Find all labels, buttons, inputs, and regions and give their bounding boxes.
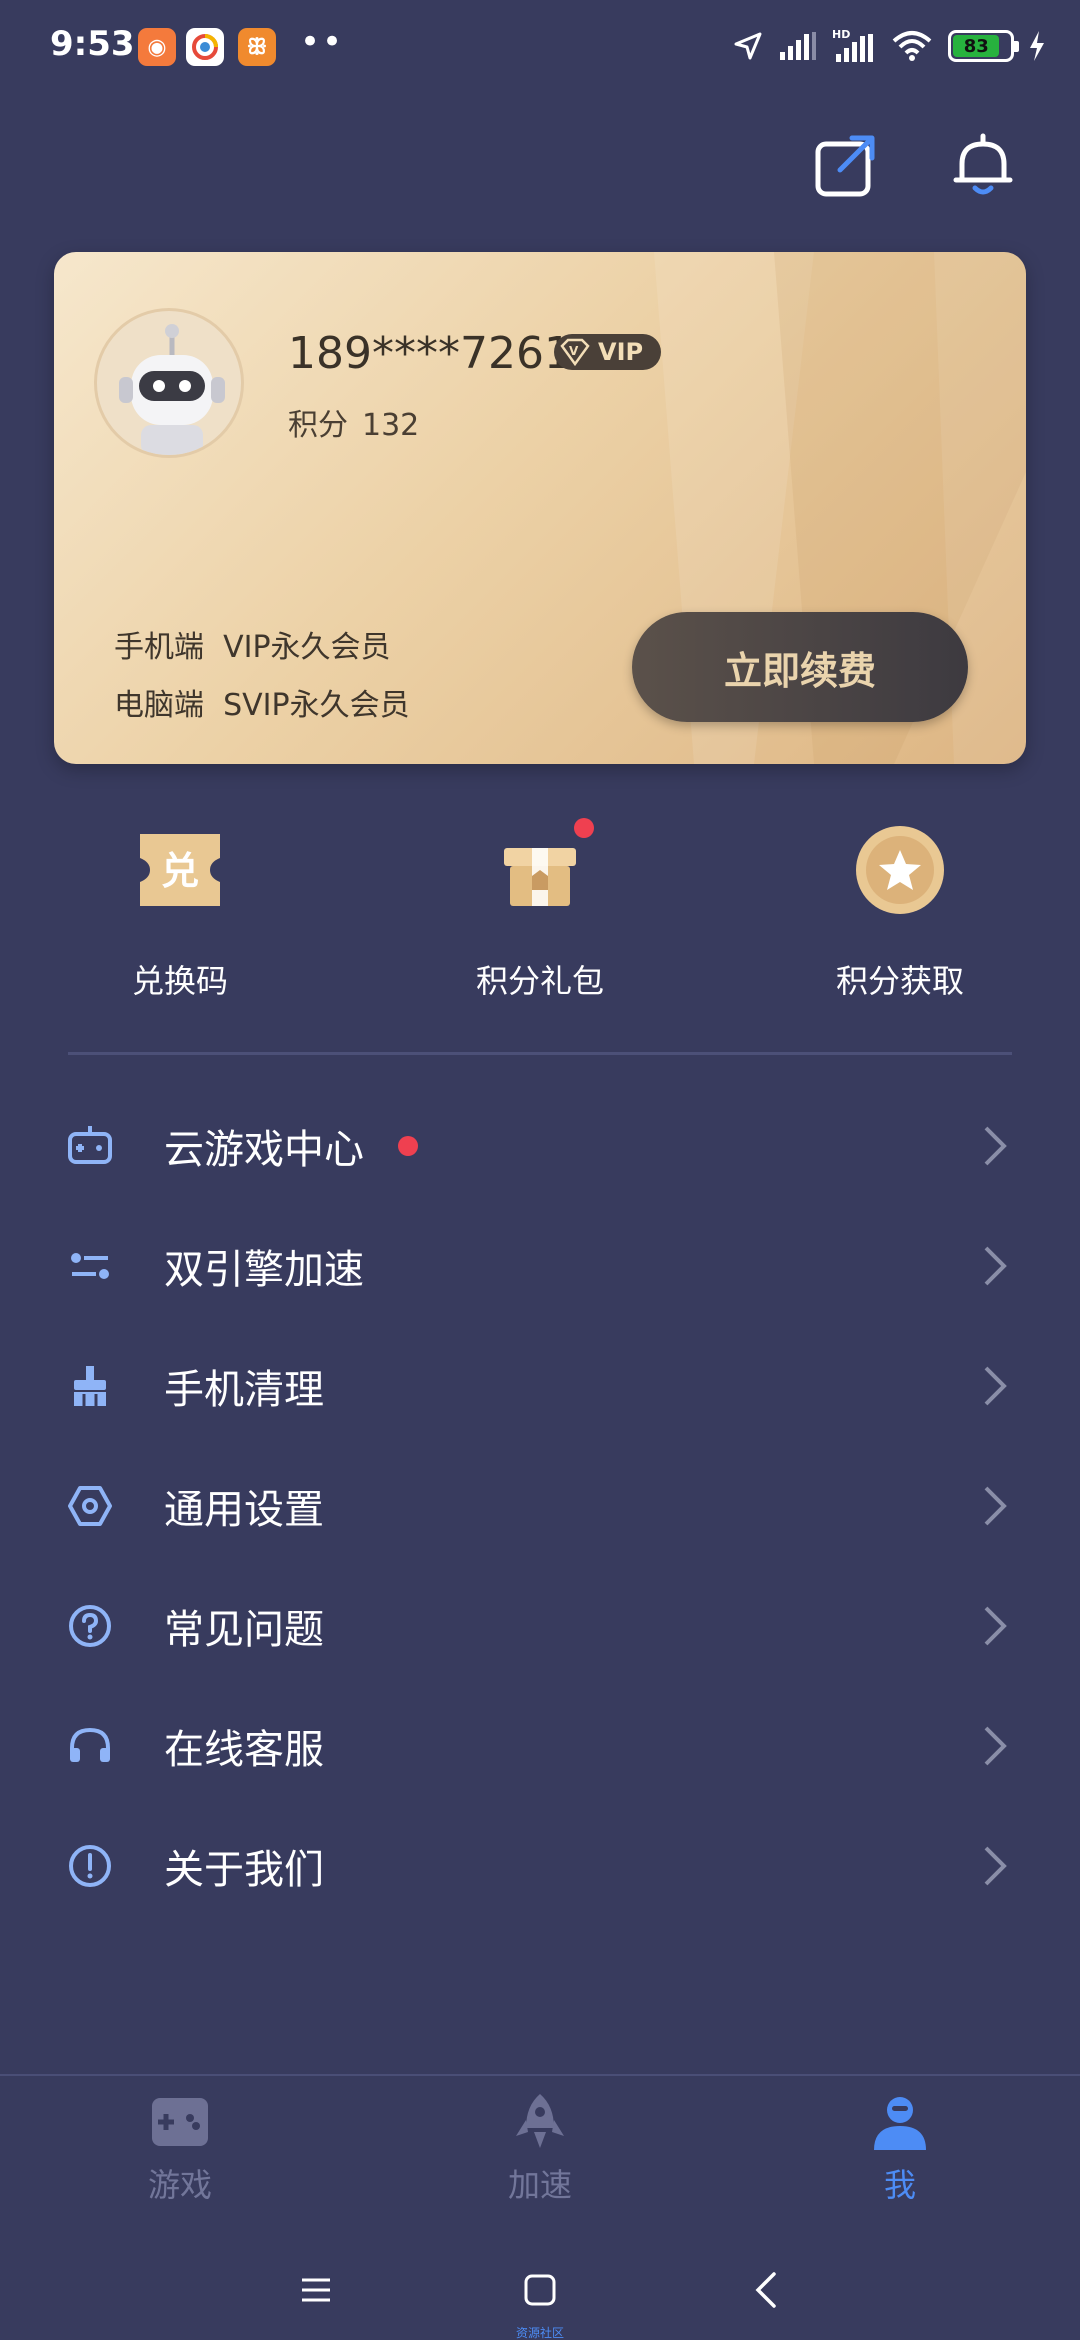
quick-action-label: 兑换码	[131, 962, 228, 1000]
chevron-right-icon	[984, 1366, 1007, 1406]
nav-tab-games[interactable]: 游戏	[80, 2090, 280, 2206]
mobile-membership: 手机端 VIP永久会员	[114, 630, 391, 665]
hexagon-settings-icon	[68, 1486, 112, 1526]
headset-icon	[70, 1727, 110, 1762]
quick-action-label: 积分礼包	[475, 962, 604, 1000]
menu-item-dual-engine[interactable]: 双引擎加速	[0, 1206, 1080, 1326]
vip-diamond-icon: V	[560, 338, 590, 366]
share-button[interactable]	[810, 130, 880, 200]
chevron-right-icon	[984, 1606, 1007, 1646]
location-icon	[734, 32, 762, 60]
bell-icon	[953, 133, 1013, 195]
svg-text:HD: HD	[832, 28, 850, 41]
menu-label: 通用设置	[164, 1487, 324, 1533]
broom-icon	[74, 1366, 106, 1406]
menu-label: 关于我们	[164, 1847, 324, 1893]
avatar[interactable]	[94, 308, 244, 458]
rocket-icon	[516, 2094, 564, 2148]
quick-action-gift[interactable]: 积分礼包	[420, 818, 660, 1010]
gift-notification-dot	[574, 818, 594, 838]
chevron-right-icon	[984, 1126, 1007, 1166]
bottom-navigation: 游戏 加速 我	[0, 2074, 1080, 2234]
menu-item-phone-cleanup[interactable]: 手机清理	[0, 1326, 1080, 1446]
status-bar: 9:53 ◉ ꕥ •• HD 83	[0, 0, 1080, 96]
redeem-ticket-icon: 兑	[130, 820, 230, 920]
menu-item-general-settings[interactable]: 通用设置	[0, 1446, 1080, 1566]
dual-engine-icon	[71, 1253, 109, 1279]
app-notification-icon	[186, 28, 224, 66]
back-icon[interactable]	[748, 2270, 788, 2310]
battery-percent: 83	[963, 35, 989, 57]
more-notifications-icon: ••	[300, 22, 345, 62]
status-right-group: HD 83	[732, 28, 1046, 64]
chevron-right-icon	[984, 1246, 1007, 1286]
gift-box-icon	[490, 818, 594, 920]
nav-label: 我	[883, 2166, 916, 2204]
signal-hd-icon: HD	[832, 28, 873, 62]
wifi-icon	[892, 31, 932, 61]
menu-label: 双引擎加速	[164, 1247, 364, 1293]
battery-level: 83	[953, 35, 1000, 57]
info-icon	[69, 1845, 111, 1887]
chevron-right-icon	[984, 1726, 1007, 1766]
status-time: 9:53	[50, 24, 135, 64]
nav-tab-me[interactable]: 我	[800, 2090, 1000, 2206]
points-row: 积分 132	[288, 400, 419, 444]
menu-icon[interactable]	[296, 2270, 336, 2310]
chevron-right-icon	[984, 1846, 1007, 1886]
menu-item-customer-service[interactable]: 在线客服	[0, 1686, 1080, 1806]
app-notification-icon: ◉	[138, 28, 176, 66]
signal-icon	[780, 32, 816, 60]
battery-icon: 83	[948, 30, 1019, 62]
points-label: 积分	[288, 408, 348, 443]
gamepad-icon	[68, 1126, 112, 1164]
watermark-text: 资源社区	[515, 2326, 564, 2340]
svg-text:V: V	[569, 344, 579, 358]
star-coin-icon	[850, 820, 950, 920]
menu-label: 在线客服	[164, 1727, 324, 1773]
share-external-icon	[815, 135, 875, 197]
quick-action-earn-points[interactable]: 积分获取	[780, 820, 1020, 1010]
home-icon[interactable]	[520, 2270, 560, 2310]
menu-item-faq[interactable]: 常见问题	[0, 1566, 1080, 1686]
settings-menu: 云游戏中心 双引擎加速 手机清理 通用设置 常见问题 在线客服 关于我们	[0, 1086, 1080, 1926]
user-icon	[874, 2097, 926, 2150]
question-icon	[69, 1605, 111, 1647]
renew-button[interactable]: 立即续费	[632, 612, 968, 722]
charging-icon	[1030, 31, 1044, 61]
robot-avatar-icon	[119, 324, 225, 455]
nav-label: 加速	[507, 2166, 572, 2204]
menu-item-about-us[interactable]: 关于我们	[0, 1806, 1080, 1926]
member-card[interactable]: 189****7261 V VIP 积分 132 手机端 VIP永久会员 电脑端 …	[54, 252, 1026, 764]
nav-tab-boost[interactable]: 加速	[440, 2090, 640, 2206]
vip-badge: V VIP	[554, 334, 662, 370]
notification-button[interactable]	[948, 130, 1018, 200]
vip-badge-label: VIP	[598, 338, 644, 366]
pc-membership: 电脑端 SVIP永久会员	[114, 688, 410, 723]
cloud-gaming-notification-dot	[398, 1136, 418, 1156]
section-divider	[68, 1052, 1012, 1055]
nav-label: 游戏	[147, 2166, 212, 2204]
quick-action-redeem[interactable]: 兑 兑换码	[60, 820, 300, 1010]
app-notification-icon: ꕥ	[238, 28, 276, 66]
menu-label: 常见问题	[164, 1607, 324, 1653]
gamepad-icon	[152, 2098, 208, 2146]
quick-action-label: 积分获取	[835, 962, 964, 1000]
svg-text:兑: 兑	[161, 849, 199, 893]
menu-label: 手机清理	[164, 1367, 324, 1413]
phone-number: 189****7261	[288, 328, 572, 379]
chevron-right-icon	[984, 1486, 1007, 1526]
points-value: 132	[362, 408, 420, 443]
menu-label: 云游戏中心	[164, 1127, 364, 1173]
menu-item-cloud-gaming[interactable]: 云游戏中心	[0, 1086, 1080, 1206]
